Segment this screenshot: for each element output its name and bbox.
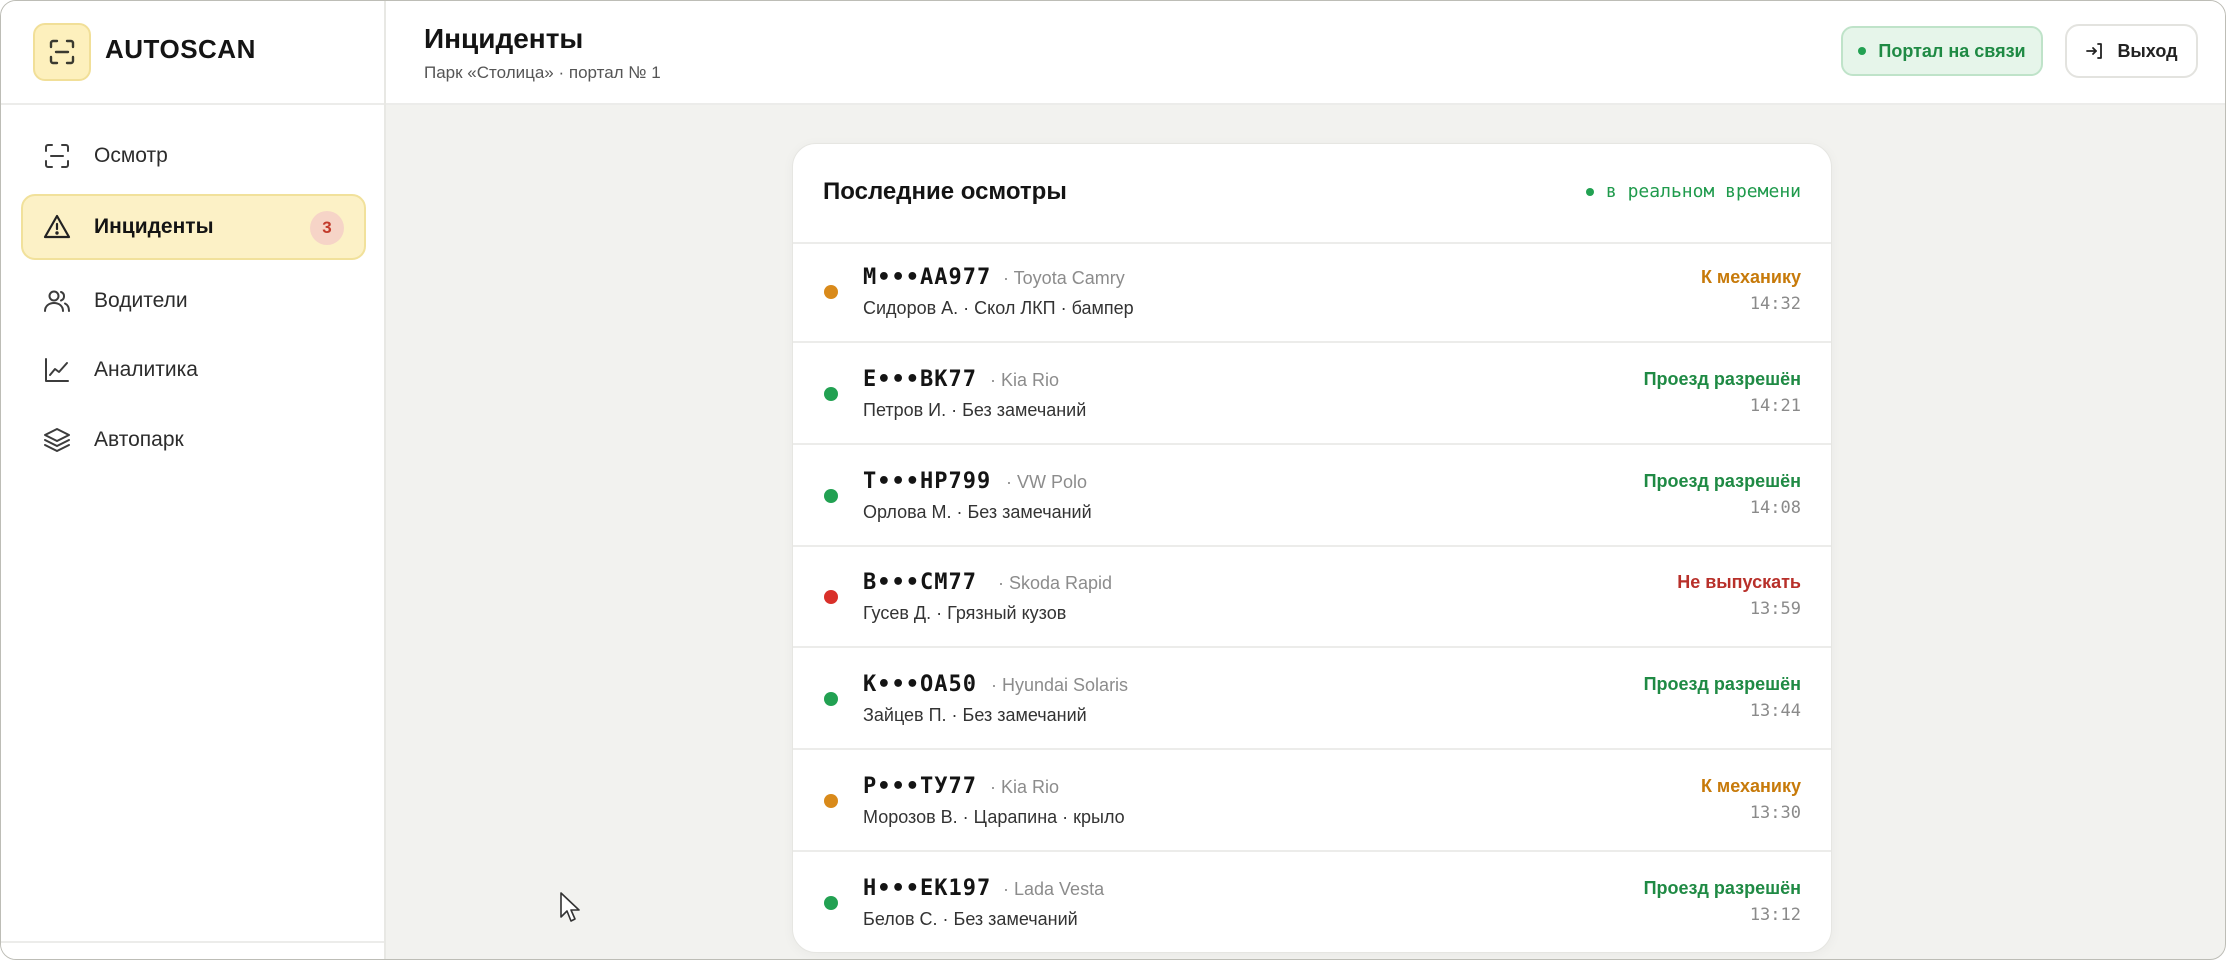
car-model: · Kia Rio [990,370,1060,390]
sidebar-item-analytics[interactable]: Аналитика [21,337,366,403]
inspection-time: 13:44 [1749,701,1801,721]
inspection-status: Проезд разрешён [1643,674,1801,694]
status-dot-icon [1858,47,1867,55]
status-dot-icon [824,794,838,808]
card-title: Последние осмотры [823,178,1067,205]
inspection-time: 14:08 [1749,498,1801,518]
topbar: Инциденты Парк «Столица» · портал № 1 По… [386,1,2225,105]
driver-and-notes: Сидоров А. · Скол ЛКП · бампер [863,298,1134,318]
brand-name: AUTOSCAN [105,34,256,64]
status-dot-icon [824,692,838,706]
sidebar-item-label: Инциденты [94,215,214,238]
driver-and-notes: Морозов В. · Царапина · крыло [863,807,1125,827]
inspection-row[interactable]: Н•••ЕК197 · Lada Vesta Белов С. · Без заме… [793,853,1831,952]
inspection-status: Проезд разрешён [1643,471,1801,491]
license-plate: Т•••НР799 [863,469,992,494]
inspection-row[interactable]: Е•••ВК77 · Kia Rio Петров И. · Без замечан… [793,344,1831,445]
inspection-time: 13:59 [1749,599,1801,619]
license-plate: Н•••ЕК197 [863,876,992,901]
car-model: · Lada Vesta [1003,879,1105,899]
sidebar-item-inspection[interactable]: Осмотр [21,123,366,189]
status-dot-icon [824,590,838,604]
inspection-status: Не выпускать [1677,572,1801,592]
layers-icon [44,428,70,452]
autoscan-logo-icon[interactable] [33,23,91,81]
license-plate: Е•••ВК77 [863,367,977,392]
sidebar: AUTOSCAN Осмотр Инциденты 3 Водители Ана… [1,1,386,959]
driver-and-notes: Петров И. · Без замечаний [863,400,1087,420]
sidebar-item-drivers[interactable]: Водители [21,268,366,334]
driver-and-notes: Зайцев П. · Без замечаний [863,705,1087,725]
sidebar-item-label: Аналитика [94,358,198,381]
license-plate: М•••АА977 [863,265,992,290]
inspection-status: К механику [1700,776,1801,796]
inspection-row[interactable]: М•••АА977 · Toyota Camry Сидоров А. · Скол… [793,242,1831,343]
logout-button[interactable]: Выход [2065,24,2198,78]
sidebar-item-label: Автопарк [94,428,184,451]
license-plate: К•••ОА50 [863,672,977,697]
portal-status-badge: Портал на связи [1841,26,2043,76]
page-title: Инциденты [424,23,584,54]
driver-and-notes: Гусев Д. · Грязный кузов [863,603,1067,623]
sidebar-divider [1,941,384,943]
status-dot-icon [824,896,838,910]
inspection-time: 14:32 [1749,294,1801,314]
inspection-status: Проезд разрешён [1643,369,1801,389]
sidebar-item-label: Водители [94,289,188,312]
inspection-row[interactable]: В•••СМ77 · Skoda Rapid Гусев Д. · Грязный … [793,547,1831,648]
inspection-row[interactable]: Т•••НР799 · VW Polo Орлова М. · Без замеча… [793,446,1831,547]
live-label: в реальном времени [1605,181,1801,202]
sidebar-item-label: Осмотр [94,144,168,167]
inspection-status: К механику [1700,267,1801,287]
sidebar-item-fleet[interactable]: Автопарк [21,407,366,473]
inspection-row[interactable]: К•••ОА50 · Hyundai Solaris Зайцев П. · Без… [793,649,1831,750]
license-plate: Р•••ТУ77 [863,774,977,799]
driver-and-notes: Орлова М. · Без замечаний [863,502,1092,522]
driver-and-notes: Белов С. · Без замечаний [863,909,1078,929]
car-model: · VW Polo [1006,472,1088,492]
inspection-time: 14:21 [1749,396,1801,416]
incident-count-badge: 3 [310,211,344,245]
logout-label: Выход [2117,40,2178,61]
users-icon [44,290,70,312]
inspection-status: Проезд разрешён [1643,878,1801,898]
alert-triangle-icon [43,214,71,239]
inspection-time: 13:12 [1749,905,1801,925]
car-model: · Toyota Camry [1003,268,1125,288]
logout-icon [2086,43,2103,59]
card-header: Последние осмотры в реальном времени [793,144,1831,244]
scan-icon [45,144,69,168]
recent-inspections-card: Последние осмотры в реальном времени М••… [792,143,1832,953]
inspection-row[interactable]: Р•••ТУ77 · Kia Rio Морозов В. · Царапина ·… [793,751,1831,852]
status-dot-icon [824,387,838,401]
chart-line-icon [45,358,69,382]
sidebar-item-incidents[interactable]: Инциденты 3 [21,194,366,260]
car-model: · Kia Rio [990,777,1060,797]
status-dot-icon [824,285,838,299]
car-model: · Skoda Rapid [998,573,1113,593]
page-subtitle: Парк «Столица» · портал № 1 [424,63,661,82]
portal-status-label: Портал на связи [1878,40,2026,61]
inspection-time: 13:30 [1749,803,1801,823]
brand: AUTOSCAN [1,1,384,105]
status-dot-icon [824,489,838,503]
car-model: · Hyundai Solaris [991,675,1129,695]
mouse-cursor-icon [560,892,580,922]
live-dot-icon [1585,187,1594,196]
license-plate: В•••СМ77 [863,570,977,595]
app-window: AUTOSCAN Осмотр Инциденты 3 Водители Ана… [0,0,2226,960]
live-indicator: в реальном времени [1585,181,1801,202]
